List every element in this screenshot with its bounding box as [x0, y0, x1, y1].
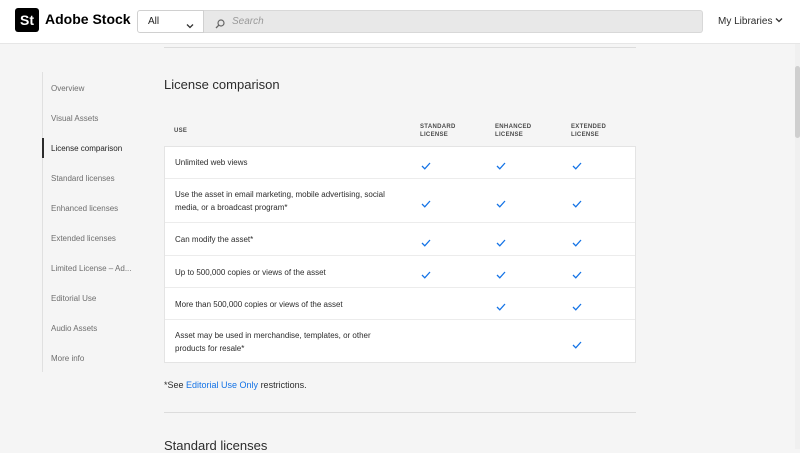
check-icon [572, 298, 582, 311]
search-filter-value: All [148, 16, 160, 27]
check-icon [572, 157, 582, 170]
column-header-line: LICENSE [571, 132, 600, 138]
table-row: Asset may be used in merchandise, templa… [165, 319, 635, 363]
use-cell: Asset may be used in merchandise, templa… [175, 331, 371, 353]
next-section-title: Standard licenses [164, 438, 268, 453]
my-libraries-label: My Libraries [718, 16, 773, 28]
sidebar-item-license-comparison[interactable]: License comparison [51, 144, 139, 153]
check-icon [496, 195, 506, 208]
check-icon [572, 336, 582, 349]
divider [164, 47, 636, 48]
active-indicator [42, 138, 44, 158]
page-scrollbar[interactable] [795, 44, 800, 449]
check-icon [496, 266, 506, 279]
sidebar-item-extended-licenses[interactable]: Extended licenses [51, 234, 139, 243]
sidebar-item-enhanced-licenses[interactable]: Enhanced licenses [51, 204, 139, 213]
check-icon [496, 234, 506, 247]
check-icon [421, 266, 431, 279]
use-cell: Unlimited web views [175, 158, 248, 167]
check-icon [496, 157, 506, 170]
sidebar-item-more-info[interactable]: More info [51, 354, 139, 363]
check-icon [496, 298, 506, 311]
sidebar-item-overview[interactable]: Overview [51, 84, 139, 93]
column-header-line: EXTENDED [571, 124, 607, 130]
table-row: Can modify the asset* [165, 222, 635, 255]
check-icon [572, 234, 582, 247]
footnote-prefix: *See [164, 380, 187, 390]
search-icon [215, 16, 225, 34]
use-cell: Up to 500,000 copies or views of the ass… [175, 268, 326, 277]
check-icon [421, 195, 431, 208]
footnote-suffix: restrictions. [258, 380, 307, 390]
column-header-enhanced: ENHANCED LICENSE [495, 123, 531, 139]
use-cell: Can modify the asset* [175, 235, 254, 244]
search-filter-select[interactable]: All [137, 10, 204, 33]
section-title: License comparison [164, 77, 280, 92]
divider [164, 412, 636, 413]
brand-name[interactable]: Adobe Stock [45, 11, 131, 27]
column-header-line: LICENSE [495, 132, 524, 138]
editorial-use-link[interactable]: Editorial Use Only [186, 380, 258, 390]
search-input[interactable] [232, 14, 692, 29]
footnote: *See Editorial Use Only restrictions. [164, 380, 307, 390]
table-row: Unlimited web views [165, 147, 635, 178]
column-header-line: ENHANCED [495, 124, 532, 130]
section-nav: Overview Visual Assets License compariso… [42, 72, 143, 372]
table-row: More than 500,000 copies or views of the… [165, 287, 635, 319]
column-header-line: LICENSE [420, 132, 449, 138]
check-icon [572, 266, 582, 279]
check-icon [421, 157, 431, 170]
scrollbar-thumb[interactable] [795, 66, 800, 138]
use-cell: Use the asset in email marketing, mobile… [175, 190, 385, 212]
top-header: St Adobe Stock All My Libraries [0, 0, 800, 44]
adobe-stock-logo[interactable]: St [15, 8, 39, 32]
use-cell: More than 500,000 copies or views of the… [175, 300, 343, 309]
sidebar-item-visual-assets[interactable]: Visual Assets [51, 114, 139, 123]
sidebar-item-editorial-use[interactable]: Editorial Use [51, 294, 139, 303]
license-comparison-table: Unlimited web views Use the asset in emai… [164, 146, 636, 363]
column-header-extended: EXTENDED LICENSE [571, 123, 606, 139]
sidebar-item-audio-assets[interactable]: Audio Assets [51, 324, 139, 333]
chevron-down-icon [186, 17, 194, 38]
column-header-line: STANDARD [420, 124, 456, 130]
search-bar[interactable] [204, 10, 703, 33]
chevron-down-icon [775, 16, 783, 27]
check-icon [421, 234, 431, 247]
sidebar-item-standard-licenses[interactable]: Standard licenses [51, 174, 139, 183]
column-header-standard: STANDARD LICENSE [420, 123, 456, 139]
sidebar-item-limited-license[interactable]: Limited License – Ad... [51, 264, 139, 273]
column-header-use: USE [174, 128, 188, 134]
my-libraries-menu[interactable]: My Libraries [718, 16, 783, 27]
check-icon [572, 195, 582, 208]
table-row: Use the asset in email marketing, mobile… [165, 178, 635, 222]
table-row: Up to 500,000 copies or views of the ass… [165, 255, 635, 287]
